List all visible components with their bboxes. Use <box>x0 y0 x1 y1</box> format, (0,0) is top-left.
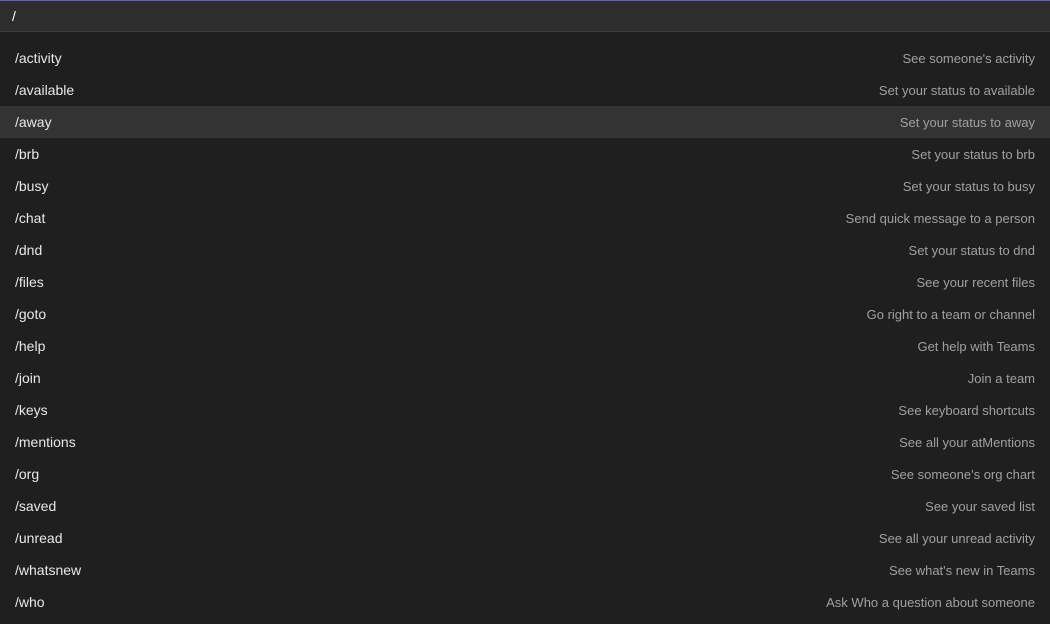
command-item-files[interactable]: /files See your recent files <box>0 266 1050 298</box>
command-description: Go right to a team or channel <box>867 307 1035 322</box>
command-name: /chat <box>15 210 45 226</box>
command-name: /help <box>15 338 45 354</box>
command-item-join[interactable]: /join Join a team <box>0 362 1050 394</box>
command-description: See all your atMentions <box>899 435 1035 450</box>
command-item-who[interactable]: /who Ask Who a question about someone <box>0 586 1050 618</box>
command-description: See someone's activity <box>902 51 1035 66</box>
command-item-goto[interactable]: /goto Go right to a team or channel <box>0 298 1050 330</box>
command-name: /available <box>15 82 74 98</box>
command-name: /join <box>15 370 41 386</box>
command-name: /saved <box>15 498 56 514</box>
command-description: See your saved list <box>925 499 1035 514</box>
command-search-input[interactable] <box>12 8 1038 24</box>
command-item-org[interactable]: /org See someone's org chart <box>0 458 1050 490</box>
command-description: Send quick message to a person <box>846 211 1035 226</box>
command-description: See all your unread activity <box>879 531 1035 546</box>
command-search-bar[interactable] <box>0 0 1050 32</box>
command-name: /who <box>15 594 45 610</box>
command-description: See keyboard shortcuts <box>898 403 1035 418</box>
command-description: See what's new in Teams <box>889 563 1035 578</box>
command-description: See your recent files <box>916 275 1035 290</box>
command-name: /whatsnew <box>15 562 81 578</box>
command-list: /activity See someone's activity/availabl… <box>0 32 1050 618</box>
command-description: Set your status to dnd <box>909 243 1035 258</box>
command-description: Ask Who a question about someone <box>826 595 1035 610</box>
command-item-mentions[interactable]: /mentions See all your atMentions <box>0 426 1050 458</box>
command-name: /keys <box>15 402 48 418</box>
command-name: /unread <box>15 530 62 546</box>
command-name: /org <box>15 466 39 482</box>
command-description: Join a team <box>968 371 1035 386</box>
command-item-chat[interactable]: /chat Send quick message to a person <box>0 202 1050 234</box>
command-item-keys[interactable]: /keys See keyboard shortcuts <box>0 394 1050 426</box>
command-item-brb[interactable]: /brb Set your status to brb <box>0 138 1050 170</box>
command-description: Set your status to available <box>879 83 1035 98</box>
command-name: /brb <box>15 146 39 162</box>
command-item-dnd[interactable]: /dnd Set your status to dnd <box>0 234 1050 266</box>
command-item-saved[interactable]: /saved See your saved list <box>0 490 1050 522</box>
command-item-busy[interactable]: /busy Set your status to busy <box>0 170 1050 202</box>
command-name: /away <box>15 114 52 130</box>
command-description: Set your status to busy <box>903 179 1035 194</box>
command-item-whatsnew[interactable]: /whatsnew See what's new in Teams <box>0 554 1050 586</box>
command-description: Set your status to away <box>900 115 1035 130</box>
command-item-unread[interactable]: /unread See all your unread activity <box>0 522 1050 554</box>
command-description: Set your status to brb <box>911 147 1035 162</box>
command-name: /busy <box>15 178 48 194</box>
command-name: /files <box>15 274 44 290</box>
command-item-help[interactable]: /help Get help with Teams <box>0 330 1050 362</box>
command-name: /mentions <box>15 434 76 450</box>
command-item-activity[interactable]: /activity See someone's activity <box>0 42 1050 74</box>
command-description: Get help with Teams <box>917 339 1035 354</box>
command-description: See someone's org chart <box>891 467 1035 482</box>
command-item-away[interactable]: /away Set your status to away <box>0 106 1050 138</box>
command-name: /activity <box>15 50 62 66</box>
command-name: /goto <box>15 306 46 322</box>
command-item-available[interactable]: /available Set your status to available <box>0 74 1050 106</box>
command-name: /dnd <box>15 242 42 258</box>
